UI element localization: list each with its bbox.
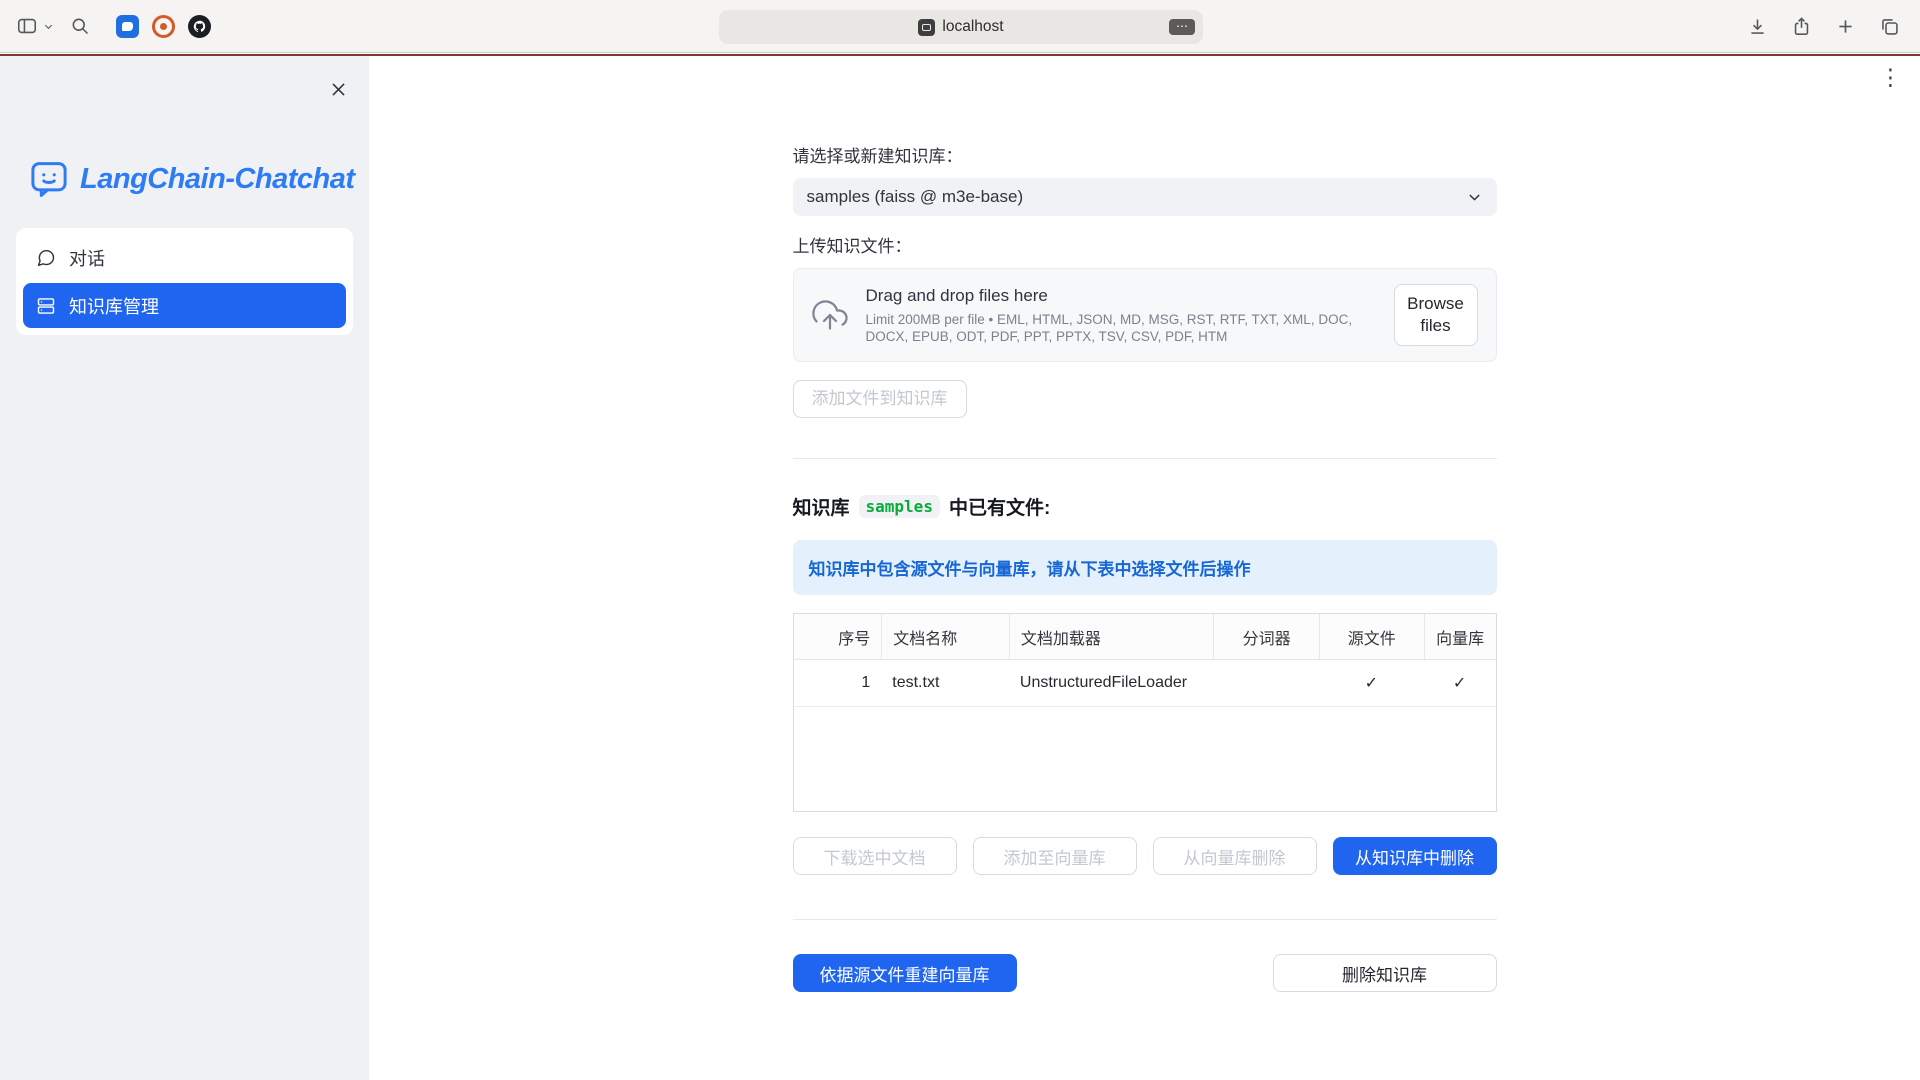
chevron-down-icon	[1466, 189, 1483, 206]
dropzone-limits: Limit 200MB per file • EML, HTML, JSON, …	[866, 311, 1366, 345]
chevron-down-icon	[43, 21, 54, 32]
tab-overview-icon[interactable]	[1879, 16, 1900, 37]
browse-files-button[interactable]: Browse files	[1394, 284, 1478, 346]
table-row[interactable]: 1 test.txt UnstructuredFileLoader ✓ ✓	[794, 660, 1496, 707]
add-to-vector-button[interactable]: 添加至向量库	[973, 837, 1137, 875]
cloud-upload-icon	[812, 297, 848, 333]
kb-select-label: 请选择或新建知识库：	[793, 146, 1497, 168]
extension-glyph	[160, 23, 167, 30]
share-icon[interactable]	[1791, 16, 1812, 37]
delete-kb-button[interactable]: 删除知识库	[1273, 954, 1497, 992]
delete-from-vector-button[interactable]: 从向量库删除	[1153, 837, 1317, 875]
sidebar-item-label: 对话	[69, 245, 105, 271]
extension-icon-blue[interactable]	[116, 15, 139, 38]
kb-bottom-buttons: 依据源文件重建向量库 删除知识库	[793, 954, 1497, 992]
octocat-icon	[189, 16, 210, 37]
extension-icon-ring[interactable]	[152, 15, 175, 38]
sidebar-item-label: 知识库管理	[69, 293, 159, 319]
info-banner: 知识库中包含源文件与向量库，请从下表中选择文件后操作	[793, 540, 1497, 595]
kb-select[interactable]: samples (faiss @ m3e-base)	[793, 178, 1497, 216]
sidebar-item-knowledge-base[interactable]: 知识库管理	[23, 283, 346, 328]
sidebar-nav: 对话 知识库管理	[16, 228, 353, 335]
rebuild-vector-store-button[interactable]: 依据源文件重建向量库	[793, 954, 1017, 992]
new-tab-icon[interactable]	[1835, 16, 1856, 37]
kb-select-value: samples (faiss @ m3e-base)	[807, 187, 1024, 207]
cell-splitter	[1213, 660, 1319, 706]
kb-heading-prefix: 知识库	[793, 493, 850, 520]
content-column: 请选择或新建知识库： samples (faiss @ m3e-base) 上传…	[793, 56, 1497, 992]
column-header[interactable]: 源文件	[1319, 614, 1424, 659]
kb-files-heading: 知识库 samples 中已有文件:	[793, 493, 1497, 520]
dropzone-title: Drag and drop files here	[866, 286, 1366, 306]
table-header-row: 序号 文档名称 文档加载器 分词器 源文件 向量库	[794, 614, 1496, 660]
sidebar-item-chat[interactable]: 对话	[23, 235, 346, 280]
chat-bubble-icon	[36, 248, 56, 268]
column-header[interactable]: 文档加载器	[1009, 614, 1213, 659]
main-area: ⋮ 请选择或新建知识库： samples (faiss @ m3e-base) …	[369, 56, 1920, 1080]
dropzone-text: Drag and drop files here Limit 200MB per…	[866, 286, 1366, 345]
app-logo-text: LangChain-Chatchat	[80, 163, 355, 196]
downloads-icon[interactable]	[1747, 16, 1768, 37]
address-bar[interactable]: localhost ⋯	[719, 10, 1203, 44]
search-icon[interactable]	[70, 16, 90, 36]
divider	[793, 458, 1497, 459]
sidebar-close-button[interactable]	[325, 76, 351, 102]
chatchat-logo-icon	[28, 158, 70, 200]
browser-toolbar: localhost ⋯	[0, 0, 1920, 53]
column-header[interactable]: 向量库	[1424, 614, 1496, 659]
address-extension-badge[interactable]: ⋯	[1169, 19, 1195, 35]
cell-loader: UnstructuredFileLoader	[1009, 660, 1213, 706]
add-files-button[interactable]: 添加文件到知识库	[793, 380, 967, 418]
delete-from-kb-button[interactable]: 从知识库中删除	[1333, 837, 1497, 875]
file-dropzone[interactable]: Drag and drop files here Limit 200MB per…	[793, 268, 1497, 362]
kb-name-code: samples	[859, 495, 940, 518]
sidebar-toggle-button[interactable]	[16, 15, 54, 37]
app-accent-line	[0, 54, 1920, 56]
divider	[793, 919, 1497, 920]
app-logo: LangChain-Chatchat	[28, 158, 355, 200]
extension-glyph	[122, 22, 133, 31]
kb-heading-suffix: 中已有文件:	[949, 493, 1050, 520]
database-icon	[36, 296, 56, 316]
app-menu-button[interactable]: ⋮	[1879, 66, 1902, 89]
cell-index: 1	[794, 660, 882, 706]
column-header[interactable]: 文档名称	[881, 614, 1009, 659]
file-action-buttons: 下载选中文档 添加至向量库 从向量库删除 从知识库中删除	[793, 837, 1497, 875]
app-sidebar: LangChain-Chatchat 对话 知识库管理	[0, 56, 369, 1080]
kb-files-table[interactable]: 序号 文档名称 文档加载器 分词器 源文件 向量库 1 test.txt Uns…	[793, 613, 1497, 812]
cell-vector-check: ✓	[1424, 660, 1496, 706]
cell-source-check: ✓	[1319, 660, 1424, 706]
sidebar-panel-icon	[16, 15, 38, 37]
close-icon	[329, 80, 348, 99]
cell-doc-name: test.txt	[881, 660, 1009, 706]
column-header[interactable]: 分词器	[1213, 614, 1319, 659]
download-selected-button[interactable]: 下载选中文档	[793, 837, 957, 875]
github-extension-icon[interactable]	[188, 15, 211, 38]
address-url: localhost	[942, 18, 1003, 36]
site-favicon	[918, 19, 935, 36]
upload-label: 上传知识文件：	[793, 236, 1497, 258]
column-header[interactable]: 序号	[794, 614, 882, 659]
